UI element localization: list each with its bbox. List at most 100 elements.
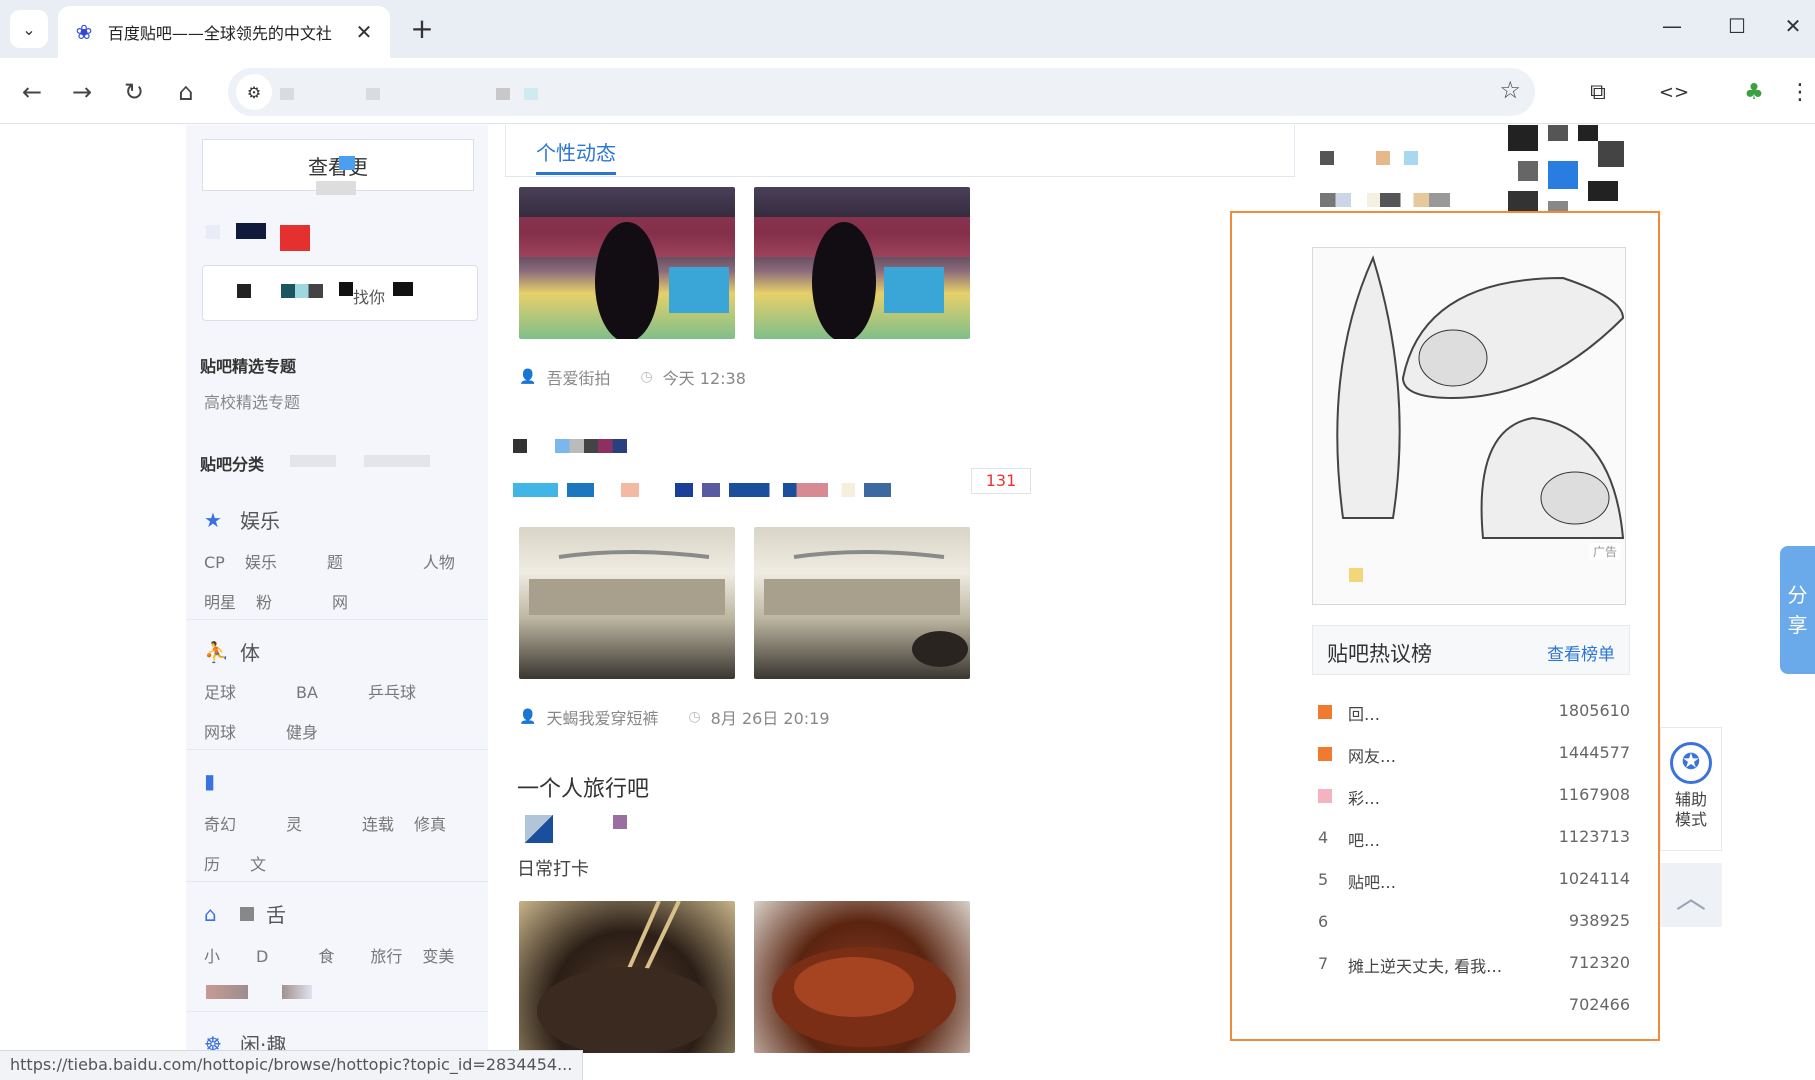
category-sports[interactable]: ⛹ 体 — [204, 637, 260, 666]
maximize-button[interactable]: ☐ — [1715, 14, 1759, 38]
tab-close-icon[interactable]: ✕ — [352, 20, 376, 44]
category-link[interactable]: 历 — [204, 855, 220, 874]
new-tab-button[interactable]: + — [404, 12, 440, 45]
share-char: 享 — [1787, 613, 1808, 637]
mosaic-block — [240, 906, 254, 921]
hot-topic-row[interactable]: 1 回… 1805610 — [1318, 701, 1632, 731]
baidu-paw-icon: ❀ — [75, 20, 93, 44]
post-author[interactable]: 吾爱街拍 — [546, 365, 610, 389]
category-literature[interactable]: ▮ — [204, 769, 240, 793]
category-links[interactable]: 奇幻 灵 连载 修真 — [204, 811, 466, 835]
hot-topic-count: 938925 — [1568, 911, 1630, 930]
hot-topic-name[interactable]: 彩… — [1348, 785, 1528, 809]
category-link[interactable]: 网球 — [204, 723, 236, 742]
minimize-button[interactable]: — — [1650, 14, 1694, 38]
bookmark-star-icon[interactable]: ☆ — [1499, 76, 1521, 104]
category-link[interactable]: 乒乓球 — [368, 683, 416, 702]
hot-topic-row[interactable]: 4 吧… 1123713 — [1318, 827, 1632, 857]
category-link[interactable]: CP — [204, 553, 225, 572]
category-link[interactable]: 明星 — [204, 593, 236, 612]
ad-label[interactable]: 广告 — [1588, 543, 1621, 560]
category-links[interactable]: 历文 — [204, 851, 286, 875]
hot-topic-name[interactable]: 贴吧… — [1348, 869, 1528, 893]
forward-button[interactable]: → — [64, 74, 100, 110]
category-link[interactable]: D — [256, 947, 268, 966]
category-link[interactable]: 健身 — [286, 723, 318, 742]
post-image[interactable] — [519, 527, 735, 679]
category-link[interactable]: 连载 — [362, 815, 394, 834]
devtools-icon[interactable]: <> — [1654, 72, 1694, 112]
category-links[interactable]: 网球 健身 — [204, 719, 338, 743]
tab-search-button[interactable]: ⌄ — [10, 10, 48, 48]
reload-button[interactable]: ↻ — [116, 74, 152, 110]
home-button[interactable]: ⌂ — [168, 74, 204, 110]
category-link[interactable]: 旅行 — [370, 947, 402, 966]
browser-menu-icon[interactable]: ⋮ — [1785, 72, 1815, 112]
category-name: 舌 — [266, 903, 286, 927]
assist-mode-button[interactable]: ✪ 辅助 模式 — [1660, 727, 1722, 851]
tab-personal-feed[interactable]: 个性动态 — [536, 137, 616, 175]
category-link[interactable]: 变美 — [422, 947, 454, 966]
hot-topic-name[interactable]: 摊上逆天丈夫, 看我… — [1348, 953, 1528, 977]
site-info-icon[interactable]: ⚙ — [236, 74, 272, 110]
url-blur — [366, 88, 380, 100]
hot-topic-row[interactable]: 702466 — [1318, 995, 1632, 1025]
category-link[interactable]: 灵 — [286, 815, 302, 834]
extensions-icon[interactable]: ⧉ — [1578, 72, 1618, 112]
post-image[interactable] — [519, 901, 735, 1053]
back-to-top-button[interactable]: ︿ — [1660, 863, 1722, 927]
category-link[interactable]: 粉 — [256, 593, 272, 612]
category-life[interactable]: ⌂ 舌 — [204, 899, 286, 928]
post-image[interactable] — [519, 187, 735, 339]
back-button[interactable]: ← — [14, 74, 50, 110]
category-link[interactable]: 食 — [318, 947, 334, 966]
category-entertainment[interactable]: ★ 娱乐 — [204, 505, 280, 534]
close-window-button[interactable]: ✕ — [1771, 14, 1815, 38]
hot-topic-row[interactable]: 5 贴吧… 1024114 — [1318, 869, 1632, 899]
post-image[interactable] — [754, 527, 970, 679]
mosaic-block — [237, 284, 251, 298]
forum-name[interactable]: 一个人旅行吧 — [517, 771, 649, 803]
post-time: 今天 12:38 — [662, 369, 746, 388]
hot-topic-name[interactable]: 回… — [1348, 701, 1528, 725]
view-ranking-link[interactable]: 查看榜单 — [1547, 640, 1615, 665]
train-sketch-image — [1313, 248, 1625, 604]
category-link[interactable]: BA — [296, 683, 318, 702]
category-links[interactable]: 明星 粉 网 — [204, 589, 368, 613]
category-link[interactable]: 奇幻 — [204, 815, 236, 834]
hot-topic-row[interactable]: 3 彩… 1167908 — [1318, 785, 1632, 815]
category-link[interactable]: 文 — [250, 855, 266, 874]
post-image[interactable] — [754, 187, 970, 339]
hot-topic-row[interactable]: 6 938925 — [1318, 911, 1632, 941]
address-bar[interactable]: ⚙ ☆ — [228, 68, 1535, 116]
category-link[interactable]: 修真 — [414, 815, 446, 834]
category-link[interactable]: 娱乐 — [245, 553, 277, 572]
category-link[interactable]: 足球 — [204, 683, 236, 702]
category-link[interactable]: 小 — [204, 947, 220, 966]
ad-banner[interactable]: 广告 — [1312, 247, 1626, 605]
featured-link[interactable]: 高校精选专题 — [204, 389, 300, 413]
category-links[interactable]: CP 娱乐 题 人物 — [204, 549, 475, 573]
assist-label: 辅助 — [1674, 790, 1707, 809]
post-title[interactable]: 日常打卡 — [517, 855, 589, 881]
post-image[interactable] — [754, 901, 970, 1053]
category-name: 娱乐 — [240, 509, 280, 533]
hot-topic-count: 702466 — [1568, 995, 1630, 1014]
category-name: 体 — [240, 641, 260, 665]
category-link[interactable]: 网 — [332, 593, 348, 612]
hot-topic-row[interactable]: 2 网友… 1444577 — [1318, 743, 1632, 773]
category-links[interactable]: 足球 BA 乒乓球 — [204, 679, 436, 703]
category-link[interactable]: 题 — [327, 553, 343, 572]
hot-topic-name[interactable]: 网友… — [1348, 743, 1528, 767]
train-berth-image — [764, 550, 968, 667]
post-meta: 👤 吾爱街拍 ◷ 今天 12:38 — [519, 365, 746, 389]
profile-avatar[interactable]: ♣ — [1734, 72, 1774, 112]
hot-topic-row[interactable]: 7 摊上逆天丈夫, 看我… 712320 — [1318, 953, 1632, 983]
category-link[interactable]: 人物 — [423, 553, 455, 572]
post-author[interactable]: 天蝎我爱穿短裤 — [546, 705, 658, 729]
browser-tab-active[interactable]: ❀ 百度贴吧——全球领先的中文社 ✕ — [58, 6, 390, 58]
search-forum-box[interactable]: 找你 — [202, 265, 478, 321]
category-links[interactable]: 小 D 食 旅行 变美 — [204, 943, 474, 967]
hot-topic-name[interactable]: 吧… — [1348, 827, 1528, 851]
share-button[interactable]: 分 享 — [1780, 546, 1815, 674]
